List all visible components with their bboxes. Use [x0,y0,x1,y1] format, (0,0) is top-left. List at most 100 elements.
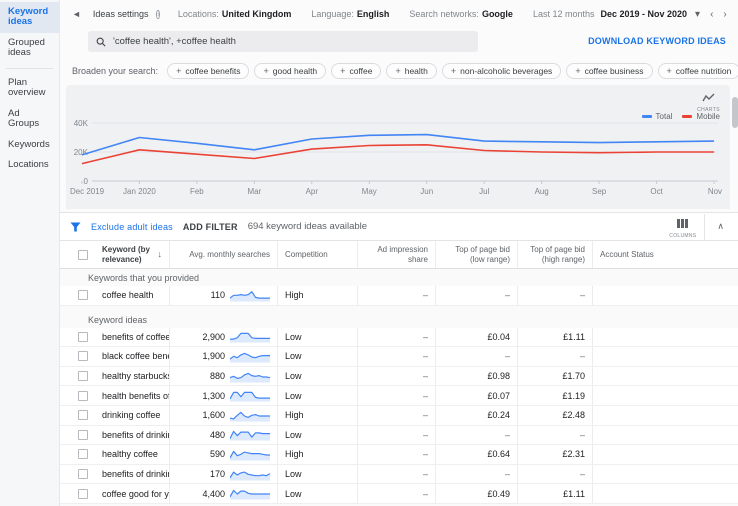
account-status-cell [593,386,738,405]
table-row[interactable]: health benefits of coffee1,300Low–£0.07£… [60,386,738,406]
account-status-cell [593,406,738,425]
language-setting[interactable]: Language: English [311,9,389,19]
avg-monthly-searches-cell: 1,900 [170,347,278,366]
table-row[interactable]: coffee good for you4,400Low–£0.49£1.11 [60,484,738,504]
row-checkbox[interactable] [78,430,88,440]
sidebar-item-keyword-ideas[interactable]: Keyword ideas [0,2,59,33]
svg-text:20K: 20K [74,148,89,157]
ad-impression-share-cell: – [358,465,436,484]
ad-impression-share-cell: – [358,426,436,445]
avg-monthly-searches-cell: 880 [170,367,278,386]
table-row[interactable]: healthy starbucks drinks880Low–£0.98£1.7… [60,367,738,387]
keyword-cell: benefits of coffee [95,328,170,347]
legend-item-total[interactable]: Total [642,112,673,121]
trend-line-chart: 020K40KDec 2019Jan 2020FebMarAprMayJunJu… [66,85,730,209]
table-row[interactable]: black coffee benefits1,900Low––– [60,347,738,367]
top-bid-low-cell: £0.64 [436,445,518,464]
keyword-cell: coffee good for you [95,484,170,503]
keyword-cell: drinking coffee [95,406,170,425]
date-prev-icon[interactable]: ‹ [708,9,715,20]
locations-setting[interactable]: Locations: United Kingdom [178,9,292,19]
scrollbar-thumb[interactable] [732,97,738,128]
broaden-chip-health[interactable]: +health [386,63,436,79]
exclude-adult-ideas-link[interactable]: Exclude adult ideas [91,222,173,232]
row-checkbox[interactable] [78,332,88,342]
broaden-chip-coffee-benefits[interactable]: +coffee benefits [167,63,249,79]
top-bid-high-cell: – [518,347,593,366]
table-row[interactable]: healthy coffee590High–£0.64£2.31 [60,445,738,465]
header-top-bid-low[interactable]: Top of page bid (low range) [436,241,518,268]
charts-button[interactable]: CHARTS [697,89,720,113]
plus-icon: + [451,66,456,76]
select-all-checkbox[interactable] [78,250,88,260]
legend-item-mobile[interactable]: Mobile [682,112,720,121]
ideas-settings-label[interactable]: Ideas settings [93,9,149,19]
svg-text:Apr: Apr [306,187,319,196]
svg-text:Dec 2019: Dec 2019 [70,187,105,196]
table-row[interactable]: drinking coffee1,600High–£0.24£2.48 [60,406,738,426]
table-row[interactable]: benefits of drinking coffee480Low––– [60,426,738,446]
header-competition[interactable]: Competition [278,241,358,268]
sidebar-item-keywords[interactable]: Keywords [0,135,59,155]
row-checkbox[interactable] [78,290,88,300]
broaden-chip-good-health[interactable]: +good health [254,63,326,79]
broaden-label: Broaden your search: [72,66,158,76]
plus-icon: + [176,66,181,76]
sidebar-item-ad-groups[interactable]: Ad Groups [0,104,59,135]
ad-impression-share-cell: – [358,328,436,347]
collapse-table-icon[interactable]: ∧ [713,221,728,232]
row-checkbox[interactable] [78,449,88,459]
header-avg-monthly-searches[interactable]: Avg. monthly searches [170,241,278,268]
table-row[interactable]: benefits of drinking black ...170Low––– [60,465,738,485]
download-keyword-ideas-button[interactable]: DOWNLOAD KEYWORD IDEAS [588,36,726,46]
row-checkbox[interactable] [78,391,88,401]
trend-sparkline [230,487,270,500]
row-checkbox[interactable] [78,351,88,361]
ad-impression-share-cell: – [358,484,436,503]
keyword-cell: benefits of drinking coffee [95,426,170,445]
row-checkbox[interactable] [78,469,88,479]
ad-impression-share-cell: – [358,386,436,405]
broaden-chip-coffee-business[interactable]: +coffee business [566,63,652,79]
avg-monthly-searches-cell: 1,300 [170,386,278,405]
avg-monthly-searches-cell: 590 [170,445,278,464]
broaden-chip-non-alcoholic-beverages[interactable]: +non-alcoholic beverages [442,63,561,79]
top-bid-high-cell: £1.11 [518,328,593,347]
broaden-chip-coffee[interactable]: +coffee [331,63,381,79]
top-bid-low-cell: – [436,347,518,366]
columns-button[interactable]: COLUMNS [669,215,696,239]
networks-setting[interactable]: Search networks: Google [409,9,513,19]
table-row[interactable]: benefits of coffee2,900Low–£0.04£1.11 [60,328,738,348]
top-bid-low-cell: £0.04 [436,328,518,347]
filter-funnel-icon[interactable] [70,222,81,232]
row-checkbox[interactable] [78,371,88,381]
info-icon[interactable]: i [156,10,159,19]
sidebar-item-plan-overview[interactable]: Plan overview [0,73,59,104]
sidebar-divider [6,68,53,69]
date-dropdown-icon[interactable]: ▾ [693,9,702,20]
keyword-search-input[interactable]: 'coffee health', +coffee health [88,31,478,52]
collapse-panel-icon[interactable]: ◄ [72,9,81,19]
top-bid-high-cell: £1.19 [518,386,593,405]
filter-bar: Exclude adult ideas ADD FILTER 694 keywo… [60,212,738,241]
top-bid-low-cell: £0.98 [436,367,518,386]
table-row[interactable]: coffee health110High––– [60,286,738,306]
top-bid-low-cell: – [436,286,518,305]
row-checkbox[interactable] [78,410,88,420]
header-top-bid-high[interactable]: Top of page bid (high range) [518,241,593,268]
date-range-value: Dec 2019 - Nov 2020 [600,9,687,19]
add-filter-button[interactable]: ADD FILTER [183,222,238,232]
date-next-icon[interactable]: › [721,9,728,20]
date-range-picker[interactable]: Last 12 months Dec 2019 - Nov 2020 ▾ ‹ › [533,9,729,20]
sidebar-item-grouped-ideas[interactable]: Grouped ideas [0,33,59,64]
trend-sparkline [230,350,270,363]
header-account-status[interactable]: Account Status [593,241,738,268]
avg-monthly-searches-cell: 1,600 [170,406,278,425]
row-checkbox[interactable] [78,489,88,499]
account-status-cell [593,465,738,484]
header-ad-impression-share[interactable]: Ad impression share [358,241,436,268]
competition-cell: Low [278,367,358,386]
header-keyword[interactable]: Keyword (by relevance) ↓ [95,241,170,268]
sidebar-item-locations[interactable]: Locations [0,155,59,175]
broaden-chip-coffee-nutrition[interactable]: +coffee nutrition [658,63,738,79]
